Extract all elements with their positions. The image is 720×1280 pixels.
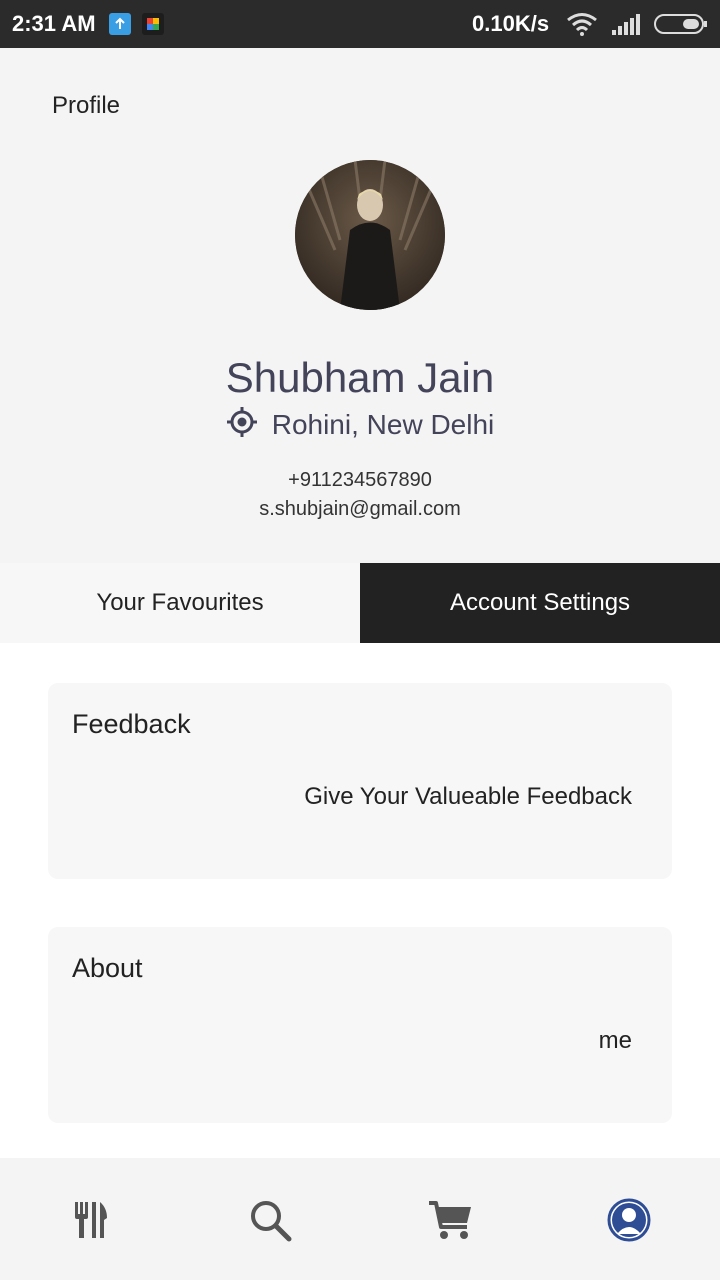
signal-icon — [610, 12, 642, 41]
status-bar: 2:31 AM 0.10K/s — [0, 0, 720, 48]
email-address: s.shubjain@gmail.com — [259, 498, 461, 520]
profile-header: Profile Shubham Jain Rohini, New Delhi +… — [0, 48, 720, 563]
tab-account-settings[interactable]: Account Settings — [360, 563, 720, 643]
photos-notification-icon — [142, 13, 164, 35]
feedback-card[interactable]: Feedback Give Your Valueable Feedback — [48, 683, 672, 879]
network-speed: 0.10K/s — [472, 11, 550, 36]
status-time: 2:31 AM — [12, 11, 96, 36]
feedback-subtitle: Give Your Valueable Feedback — [304, 783, 632, 810]
upload-notification-icon — [109, 13, 131, 35]
about-subtitle: me — [598, 1027, 632, 1054]
profile-icon[interactable] — [605, 1196, 653, 1244]
account-settings-content: Feedback Give Your Valueable Feedback Ab… — [0, 643, 720, 1158]
location-row: Rohini, New Delhi — [0, 406, 720, 443]
avatar[interactable] — [295, 160, 445, 310]
search-icon[interactable] — [246, 1196, 294, 1244]
feedback-title: Feedback — [72, 709, 191, 739]
tab-your-favourites[interactable]: Your Favourites — [0, 563, 360, 643]
cart-icon[interactable] — [426, 1196, 474, 1244]
location-icon — [226, 406, 258, 443]
about-card[interactable]: About me — [48, 927, 672, 1123]
restaurant-icon[interactable] — [67, 1196, 115, 1244]
phone-number: +911234567890 — [288, 469, 432, 491]
profile-tabs: Your Favourites Account Settings — [0, 563, 720, 643]
location-text: Rohini, New Delhi — [271, 408, 495, 440]
bottom-navigation — [0, 1158, 720, 1280]
about-title: About — [72, 953, 143, 983]
page-title: Profile — [52, 92, 121, 119]
user-name: Shubham Jain — [225, 354, 495, 401]
wifi-icon — [566, 12, 598, 41]
battery-icon — [654, 13, 708, 40]
